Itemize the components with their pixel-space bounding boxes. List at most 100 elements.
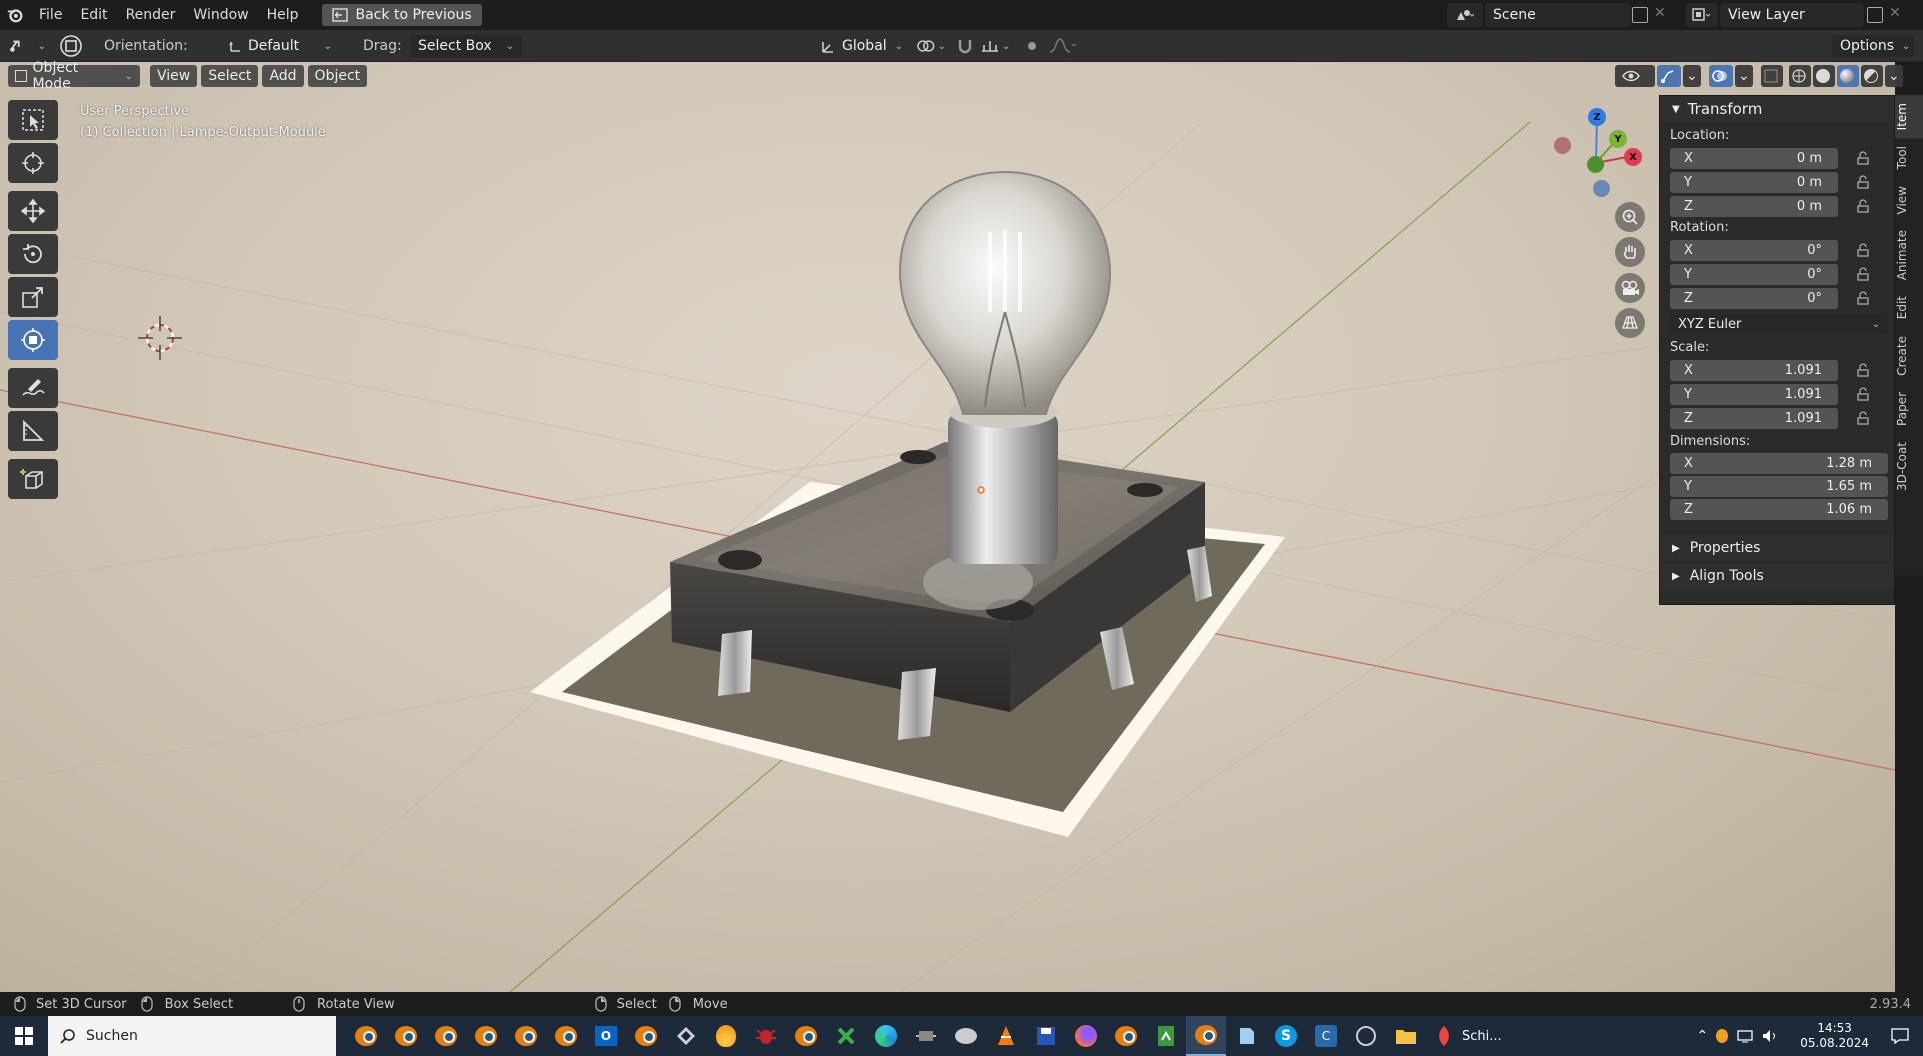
taskbar-app-icon[interactable] (666, 1016, 706, 1056)
scene-browse-button[interactable] (1447, 3, 1483, 27)
dimensions-z-field[interactable]: Z 1.06 m (1670, 499, 1888, 520)
editor-type-button[interactable]: ⌄ (8, 35, 46, 57)
taskbar-app-icon[interactable] (1346, 1016, 1386, 1056)
rotation-mode-dropdown[interactable]: XYZ Euler ⌄ (1670, 313, 1888, 335)
view-layer-field[interactable]: View Layer (1720, 3, 1864, 27)
lock-icon[interactable] (1856, 363, 1870, 377)
lock-icon[interactable] (1856, 151, 1870, 165)
properties-panel-header[interactable]: ▶ Properties (1660, 535, 1894, 561)
taskbar-blender-active-icon[interactable] (1186, 1016, 1226, 1056)
cursor-tool[interactable] (8, 143, 58, 183)
snap-target-button[interactable]: ⌄ (980, 36, 1016, 56)
taskbar-app-icon[interactable] (906, 1016, 946, 1056)
taskbar-explorer-icon[interactable] (1386, 1016, 1426, 1056)
overlays-toggle-icon[interactable] (1709, 65, 1733, 87)
location-z-field[interactable]: Z 0 m (1670, 195, 1838, 217)
notification-icon[interactable] (1891, 1028, 1909, 1044)
view-layer-browse-button[interactable] (1686, 3, 1718, 27)
taskbar-blender-icon[interactable] (626, 1016, 666, 1056)
scene-name-field[interactable]: Scene (1485, 3, 1631, 27)
proportional-falloff-icon[interactable] (1048, 36, 1082, 56)
lock-icon[interactable] (1856, 199, 1870, 213)
chevron-up-icon[interactable]: ⌃ (1697, 1028, 1709, 1044)
options-dropdown[interactable]: Options ⌄ (1832, 35, 1914, 57)
tab-edit[interactable]: Edit (1895, 288, 1923, 327)
taskbar-outlook-icon[interactable]: O (586, 1016, 626, 1056)
menu-select[interactable]: Select (201, 65, 259, 87)
pan-hand-icon[interactable] (1615, 237, 1645, 267)
transform-orientation-dropdown[interactable]: Global ⌄ (812, 35, 906, 57)
tab-3d-coat[interactable]: 3D-Coat (1895, 434, 1923, 499)
rotation-z-field[interactable]: Z 0° (1670, 287, 1838, 309)
zoom-icon[interactable] (1615, 202, 1645, 232)
proportional-editing-icon[interactable] (1023, 37, 1041, 55)
gizmo-y-axis[interactable]: Y (1609, 130, 1627, 148)
menu-render[interactable]: Render (117, 0, 185, 30)
scale-y-field[interactable]: Y 1.091 (1670, 383, 1838, 405)
transform-tool[interactable] (8, 320, 58, 360)
scale-tool[interactable] (8, 277, 58, 317)
taskbar-save-icon[interactable] (1026, 1016, 1066, 1056)
windows-start-icon[interactable] (0, 1016, 48, 1056)
add-cube-tool[interactable] (8, 459, 58, 499)
menu-window[interactable]: Window (184, 0, 257, 30)
measure-tool[interactable] (8, 411, 58, 451)
taskbar-blender-icon[interactable] (346, 1016, 386, 1056)
active-tool-icon[interactable] (58, 33, 84, 59)
taskbar-blender-icon[interactable] (426, 1016, 466, 1056)
taskbar-blender-icon[interactable] (386, 1016, 426, 1056)
new-view-layer-icon[interactable] (1867, 7, 1883, 23)
move-tool[interactable] (8, 191, 58, 231)
gizmo-neg-z-axis[interactable] (1593, 180, 1610, 197)
location-x-field[interactable]: X 0 m (1670, 147, 1838, 169)
network-icon[interactable] (1736, 1029, 1754, 1043)
transform-panel-header[interactable]: ▼ Transform (1660, 96, 1894, 122)
lock-icon[interactable] (1856, 387, 1870, 401)
material-preview-shading-icon[interactable] (1837, 65, 1859, 87)
object-mode-dropdown[interactable]: Object Mode ⌄ (8, 60, 140, 92)
menu-view[interactable]: View (150, 65, 198, 87)
new-scene-icon[interactable] (1632, 7, 1648, 23)
wireframe-shading-icon[interactable] (1789, 65, 1811, 87)
menu-file[interactable]: File (30, 0, 71, 30)
dimensions-x-field[interactable]: X 1.28 m (1670, 453, 1888, 474)
blender-logo-icon[interactable] (0, 0, 30, 30)
menu-object[interactable]: Object (307, 65, 368, 87)
tab-item[interactable]: Item (1895, 95, 1923, 139)
menu-add[interactable]: Add (262, 65, 304, 87)
tab-view[interactable]: View (1895, 178, 1923, 222)
rotate-tool[interactable] (8, 234, 58, 274)
navigation-gizmo[interactable]: Z X Y (1550, 103, 1642, 203)
volume-icon[interactable] (1762, 1029, 1778, 1043)
gizmo-neg-x-axis[interactable] (1554, 137, 1571, 154)
taskbar-app-icon[interactable] (946, 1016, 986, 1056)
lock-icon[interactable] (1856, 175, 1870, 189)
close-scene-icon[interactable]: ✕ (1654, 5, 1666, 21)
taskbar-app-icon[interactable] (1226, 1016, 1266, 1056)
clock[interactable]: 14:53 05.08.2024 (1800, 1021, 1869, 1051)
tab-animate[interactable]: Animate (1895, 222, 1923, 288)
solid-shading-icon[interactable] (1813, 65, 1835, 87)
taskbar-skype-icon[interactable]: S (1266, 1016, 1306, 1056)
location-y-field[interactable]: Y 0 m (1670, 171, 1838, 193)
taskbar-app-icon[interactable] (1146, 1016, 1186, 1056)
taskbar-firefox-icon[interactable] (1066, 1016, 1106, 1056)
taskbar-search-box[interactable]: Suchen (48, 1016, 336, 1056)
align-tools-panel-header[interactable]: ▶ Align Tools (1660, 563, 1894, 589)
scale-x-field[interactable]: X 1.091 (1670, 359, 1838, 381)
lock-icon[interactable] (1856, 243, 1870, 257)
taskbar-blender-icon[interactable] (1106, 1016, 1146, 1056)
back-to-previous-button[interactable]: Back to Previous (321, 4, 482, 26)
taskbar-vlc-icon[interactable] (986, 1016, 1026, 1056)
taskbar-flame-icon[interactable] (706, 1016, 746, 1056)
snap-toggle-icon[interactable] (955, 36, 977, 56)
ortho-grid-icon[interactable] (1615, 308, 1645, 338)
taskbar-blender-icon[interactable] (546, 1016, 586, 1056)
tab-create[interactable]: Create (1895, 328, 1923, 384)
taskbar-bug-icon[interactable] (746, 1016, 786, 1056)
pivot-point-button[interactable]: ⌄ (916, 36, 946, 56)
tab-tool[interactable]: Tool (1895, 138, 1923, 177)
gizmo-x-axis[interactable]: X (1624, 148, 1642, 166)
scale-z-field[interactable]: Z 1.091 (1670, 407, 1838, 429)
taskbar-blender-icon[interactable] (506, 1016, 546, 1056)
